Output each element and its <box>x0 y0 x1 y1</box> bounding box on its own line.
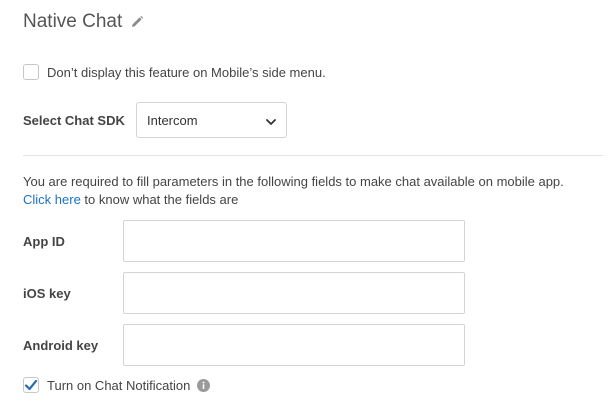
app-id-input[interactable] <box>123 220 465 262</box>
app-id-row: App ID <box>23 220 465 262</box>
checkmark-icon <box>24 379 38 391</box>
instructions-line: You are required to fill parameters in t… <box>23 174 564 189</box>
chat-notification-checkbox[interactable] <box>23 377 39 393</box>
info-icon[interactable] <box>197 378 211 392</box>
android-key-label: Android key <box>23 337 99 353</box>
chat-sdk-row: Select Chat SDK Intercom <box>23 102 287 138</box>
mobile-menu-label: Don’t display this feature on Mobile’s s… <box>47 64 326 80</box>
ios-key-input[interactable] <box>123 272 465 314</box>
ios-key-row: iOS key <box>23 272 465 314</box>
mobile-menu-checkbox[interactable] <box>23 64 39 80</box>
instructions-link-suffix: to know what the fields are <box>80 192 239 207</box>
android-key-row: Android key <box>23 324 465 366</box>
android-key-input[interactable] <box>123 324 465 366</box>
mobile-menu-option: Don’t display this feature on Mobile’s s… <box>23 64 326 80</box>
chat-sdk-label: Select Chat SDK <box>23 112 125 128</box>
chat-notification-label: Turn on Chat Notification <box>47 377 191 393</box>
page-title: Native Chat <box>23 11 123 32</box>
ios-key-label: iOS key <box>23 285 71 301</box>
chat-notification-option: Turn on Chat Notification <box>23 377 211 393</box>
click-here-link[interactable]: Click here <box>23 192 81 207</box>
pencil-icon[interactable] <box>130 15 144 29</box>
chat-sdk-selected-value: Intercom <box>147 112 198 128</box>
chat-sdk-select[interactable]: Intercom <box>136 102 287 138</box>
section-divider <box>23 155 603 156</box>
app-id-label: App ID <box>23 233 65 249</box>
page-header: Native Chat <box>23 11 144 33</box>
chevron-down-icon <box>266 115 276 125</box>
instructions-text: You are required to fill parameters in t… <box>23 173 608 209</box>
